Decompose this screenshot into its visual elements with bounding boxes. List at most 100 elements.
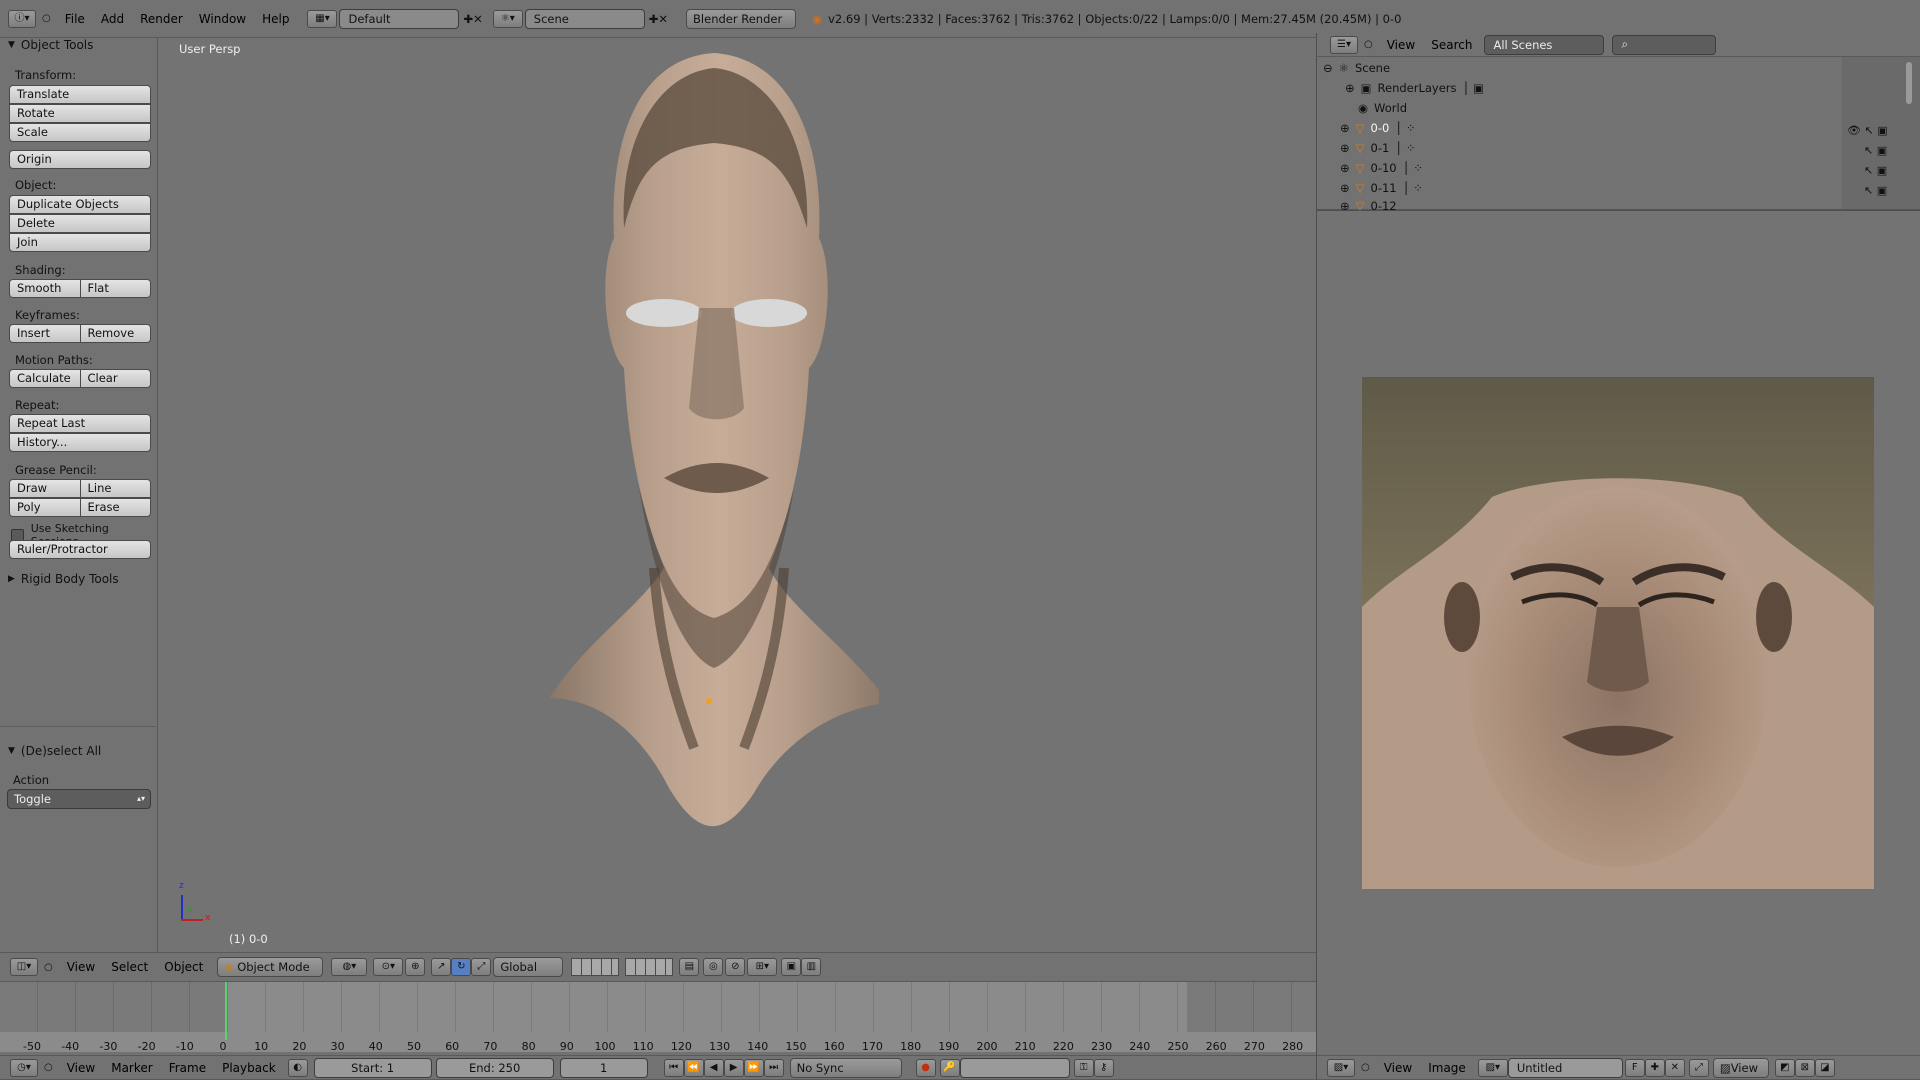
end-frame-field[interactable]: End: 250 xyxy=(435,1057,554,1078)
render-camera-icon[interactable]: ▣ xyxy=(1877,184,1887,197)
join-button[interactable]: Join xyxy=(9,233,151,252)
poly-button[interactable]: Poly xyxy=(10,499,80,516)
outliner-item-scene[interactable]: ⊖ ⚛ Scene xyxy=(1323,61,1390,75)
play-icon[interactable]: ▶ xyxy=(723,1058,744,1077)
menu-frame[interactable]: Frame xyxy=(161,1061,214,1075)
rigid-body-panel-header[interactable]: ▶ Rigid Body Tools xyxy=(8,572,119,586)
menu-view[interactable]: View xyxy=(59,1061,103,1075)
duplicate-objects-button[interactable]: Duplicate Objects xyxy=(9,195,151,214)
render-camera-icon[interactable]: ▣ xyxy=(1877,144,1887,157)
outliner-search-field[interactable]: ⌕ xyxy=(1612,34,1717,55)
menu-search[interactable]: Search xyxy=(1423,38,1480,52)
collapse-menu-icon[interactable]: ○ xyxy=(42,13,51,24)
snap-toggle-icon[interactable]: ⊘ xyxy=(725,958,746,976)
display-mode-dropdown[interactable]: All Scenes xyxy=(1484,34,1605,55)
keying-set-icon[interactable]: 🔑 xyxy=(939,1058,960,1077)
calculate-button[interactable]: Calculate xyxy=(10,370,80,387)
editor-type-icon[interactable]: ◫▾ xyxy=(10,958,38,976)
fake-user-button[interactable]: F xyxy=(1624,1058,1645,1077)
menu-view[interactable]: View xyxy=(1376,1061,1420,1075)
image-editor[interactable] xyxy=(1317,211,1920,1054)
smooth-button[interactable]: Smooth xyxy=(10,280,80,297)
outliner-item-world[interactable]: ◉ World xyxy=(1358,101,1407,115)
draw-channels-alpha-icon[interactable]: ⊠ xyxy=(1794,1058,1815,1077)
snap-element-icon[interactable]: ⊞▾ xyxy=(747,958,778,976)
add-screen-icon[interactable]: ✚ xyxy=(463,12,473,26)
prev-keyframe-icon[interactable]: ⏪ xyxy=(683,1058,704,1077)
layer-buttons-group-1[interactable] xyxy=(571,958,620,976)
scene-field[interactable]: Scene xyxy=(524,8,645,29)
menu-add[interactable]: Add xyxy=(93,12,132,26)
outliner-item-0-0[interactable]: ⊕ ▽ 0-0 │ ⁘ xyxy=(1340,121,1416,135)
editor-type-icon[interactable]: ▨▾ xyxy=(1327,1058,1355,1077)
collapse-menu-icon[interactable]: ○ xyxy=(1364,39,1373,50)
proportional-edit-icon[interactable]: ◎ xyxy=(703,958,724,976)
unlink-image-icon[interactable]: ✕ xyxy=(1664,1058,1685,1077)
menu-file[interactable]: File xyxy=(57,12,93,26)
editor-type-icon[interactable]: ◷▾ xyxy=(10,1058,38,1077)
record-icon[interactable]: ● xyxy=(915,1058,936,1077)
rotate-manipulator-icon[interactable]: ↻ xyxy=(451,958,472,976)
delete-key-icon[interactable]: ⚷ xyxy=(1093,1058,1114,1077)
translate-manipulator-icon[interactable]: ↗ xyxy=(431,958,452,976)
remove-screen-icon[interactable]: ✕ xyxy=(473,12,483,26)
play-reverse-icon[interactable]: ◀ xyxy=(703,1058,724,1077)
add-scene-icon[interactable]: ✚ xyxy=(649,12,659,26)
outliner-item-renderlayers[interactable]: ⊕ ▣ RenderLayers │ ▣ xyxy=(1345,81,1484,95)
action-dropdown[interactable]: Toggle ▴▾ xyxy=(7,789,151,809)
current-frame-field[interactable]: 1 xyxy=(559,1057,648,1078)
outliner-item-0-12[interactable]: ⊕ ▽ 0-12 xyxy=(1340,201,1397,210)
jump-start-icon[interactable]: ⏮ xyxy=(663,1058,684,1077)
lock-layers-icon[interactable]: ▤ xyxy=(679,958,700,976)
start-frame-field[interactable]: Start: 1 xyxy=(313,1057,432,1078)
layer-buttons-group-2[interactable] xyxy=(625,958,674,976)
select-cursor-icon[interactable]: ↖ xyxy=(1864,164,1873,177)
render-camera-icon[interactable]: ▣ xyxy=(1877,124,1887,137)
remove-keyframe-button[interactable]: Remove xyxy=(79,325,150,342)
eye-icon[interactable]: 👁 xyxy=(1847,124,1861,137)
rotate-button[interactable]: Rotate xyxy=(9,104,151,123)
flat-button[interactable]: Flat xyxy=(79,280,150,297)
next-keyframe-icon[interactable]: ⏩ xyxy=(743,1058,764,1077)
editor-type-icon[interactable]: ⓘ▾ xyxy=(8,9,36,28)
menu-object[interactable]: Object xyxy=(156,960,211,974)
outliner-item-0-10[interactable]: ⊕ ▽ 0-10 │ ⁘ xyxy=(1340,161,1423,175)
origin-button[interactable]: Origin xyxy=(9,150,151,169)
area-divider-outliner[interactable] xyxy=(1317,210,1920,211)
keying-set-field[interactable] xyxy=(959,1057,1070,1078)
outliner-item-0-1[interactable]: ⊕ ▽ 0-1 │ ⁘ xyxy=(1340,141,1416,155)
menu-image[interactable]: Image xyxy=(1420,1061,1474,1075)
menu-render[interactable]: Render xyxy=(132,12,191,26)
transform-orientation-dropdown[interactable]: Global xyxy=(493,957,564,977)
insert-keyframe-button[interactable]: Insert xyxy=(10,325,80,342)
draw-channels-rgb-icon[interactable]: ◩ xyxy=(1774,1058,1795,1077)
jump-end-icon[interactable]: ⏭ xyxy=(763,1058,784,1077)
viewport-shading-icon[interactable]: ◍▾ xyxy=(331,958,368,976)
menu-view[interactable]: View xyxy=(1379,38,1423,52)
select-cursor-icon[interactable]: ↖ xyxy=(1864,184,1873,197)
mode-dropdown[interactable]: ◈ Object Mode xyxy=(217,957,324,977)
render-engine-dropdown[interactable]: Blender Render xyxy=(686,8,797,29)
3d-viewport[interactable]: User Persp z y x (1) 0-0 xyxy=(159,38,1316,952)
collapse-menu-icon[interactable]: ○ xyxy=(44,962,53,973)
image-name-field[interactable]: Untitled xyxy=(1507,1057,1623,1078)
view-mode-dropdown[interactable]: ▨ View xyxy=(1712,1057,1769,1078)
repeat-last-button[interactable]: Repeat Last xyxy=(9,414,151,433)
menu-window[interactable]: Window xyxy=(191,12,254,26)
collapse-menu-icon[interactable]: ○ xyxy=(1361,1062,1370,1073)
deselect-all-panel-header[interactable]: ▼ (De)select All xyxy=(8,744,101,758)
outliner-item-0-11[interactable]: ⊕ ▽ 0-11 │ ⁘ xyxy=(1340,181,1423,195)
head-model[interactable] xyxy=(549,48,879,848)
menu-select[interactable]: Select xyxy=(103,960,156,974)
timeline-area[interactable] xyxy=(0,982,1316,1052)
draw-button[interactable]: Draw xyxy=(10,480,80,497)
editor-type-icon[interactable]: ☰▾ xyxy=(1330,35,1358,54)
object-tools-panel-header[interactable]: ▼ Object Tools xyxy=(8,38,93,52)
clear-button[interactable]: Clear xyxy=(79,370,150,387)
opengl-render-icon[interactable]: ▥ xyxy=(801,958,822,976)
pivot-point-icon[interactable]: ⊙▾ xyxy=(373,958,404,976)
select-cursor-icon[interactable]: ↖ xyxy=(1864,124,1873,137)
collapse-menu-icon[interactable]: ○ xyxy=(44,1062,53,1073)
new-image-icon[interactable]: ✚ xyxy=(1644,1058,1665,1077)
line-button[interactable]: Line xyxy=(79,480,150,497)
